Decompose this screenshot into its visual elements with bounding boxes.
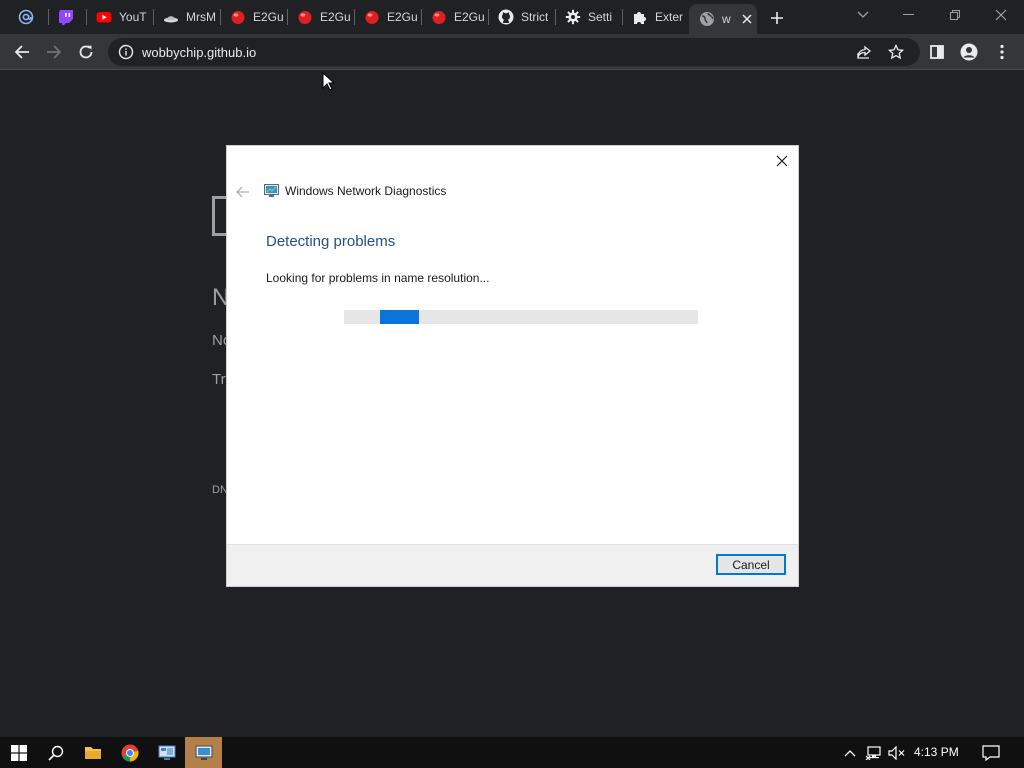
control-panel-icon[interactable]: [148, 737, 185, 768]
menu-kebab-icon[interactable]: [988, 38, 1016, 66]
file-explorer-icon[interactable]: [74, 737, 111, 768]
tab-e2gu[interactable]: E2Gu: [287, 4, 354, 30]
mouse-cursor-icon: [322, 71, 336, 96]
back-button[interactable]: [8, 38, 36, 66]
github-icon: [498, 9, 514, 25]
tab-title: MrsM: [186, 10, 216, 24]
tab-e2gu[interactable]: E2Gu: [220, 4, 287, 30]
tab-e2gu[interactable]: E2Gu: [421, 4, 488, 30]
browser-toolbar: wobbychip.github.io: [0, 34, 1024, 70]
tab-extensions[interactable]: Exter: [622, 4, 689, 30]
tab-search-icon[interactable]: [849, 4, 877, 26]
taskbar: 4:13 PM: [0, 737, 1024, 768]
url-text: wobbychip.github.io: [142, 45, 257, 60]
tab-e2gu[interactable]: E2Gu: [354, 4, 421, 30]
show-hidden-icons-icon[interactable]: [842, 737, 858, 768]
twitch-icon: [58, 9, 74, 25]
red-ball-icon: [431, 9, 447, 25]
tab-twitch[interactable]: [48, 4, 86, 30]
dialog-footer: Cancel: [227, 544, 798, 586]
dialog-title: Windows Network Diagnostics: [285, 184, 447, 198]
dialog-heading: Detecting problems: [266, 233, 396, 250]
chrome-icon[interactable]: [111, 737, 148, 768]
tab-youtube[interactable]: YouT: [86, 4, 153, 30]
close-icon[interactable]: [774, 153, 790, 169]
cancel-button[interactable]: Cancel: [716, 554, 786, 575]
new-tab-icon[interactable]: [766, 7, 788, 29]
tab-title: Strict: [521, 10, 549, 24]
forward-button[interactable]: [40, 38, 68, 66]
status-text: Looking for problems in name resolution.…: [266, 271, 490, 285]
tab-at-sign[interactable]: [8, 4, 48, 30]
red-ball-icon: [364, 9, 380, 25]
tab-github[interactable]: Strict: [488, 4, 555, 30]
share-icon[interactable]: [856, 44, 872, 65]
bookmark-star-icon[interactable]: [887, 43, 905, 65]
tab-settings[interactable]: Setti: [555, 4, 622, 30]
profile-avatar-icon[interactable]: [955, 38, 983, 66]
puzzle-icon: [632, 9, 648, 25]
tab-active[interactable]: w: [689, 4, 757, 34]
at-sign-icon: [18, 9, 34, 25]
network-diagnostics-dialog: Windows Network Diagnostics Detecting pr…: [227, 146, 798, 586]
error-code: DN: [212, 484, 228, 496]
tab-title: YouT: [119, 10, 147, 24]
tab-title: E2Gu: [387, 10, 418, 24]
red-ball-icon: [297, 9, 313, 25]
side-panel-icon[interactable]: [923, 38, 951, 66]
start-windows-icon[interactable]: [0, 737, 37, 768]
globe-icon: [699, 11, 715, 27]
network-diagnostics-icon: [264, 184, 279, 197]
restore-icon[interactable]: [941, 4, 969, 26]
address-bar[interactable]: wobbychip.github.io: [108, 38, 920, 66]
close-tab-icon[interactable]: [740, 12, 754, 26]
red-ball-icon: [230, 9, 246, 25]
volume-muted-icon[interactable]: [887, 737, 907, 768]
hat-icon: [163, 9, 179, 25]
tab-title: E2Gu: [253, 10, 284, 24]
progress-indicator: [380, 310, 419, 324]
tab-strip: YouT MrsM E2Gu E2Gu E2Gu E2Gu Strict Set…: [0, 0, 1024, 34]
youtube-icon: [96, 9, 112, 25]
gear-icon: [565, 9, 581, 25]
taskbar-clock[interactable]: 4:13 PM: [914, 745, 959, 759]
info-icon[interactable]: [118, 44, 134, 65]
tab-title: Exter: [655, 10, 684, 24]
tab-title: Setti: [588, 10, 613, 24]
notifications-icon[interactable]: [980, 737, 1002, 768]
minimize-icon[interactable]: [895, 4, 923, 26]
progress-bar: [344, 310, 698, 324]
close-window-icon[interactable]: [987, 4, 1015, 26]
network-diagnostics-taskbar-icon[interactable]: [185, 737, 222, 768]
tab-title: E2Gu: [454, 10, 485, 24]
tab-title: E2Gu: [320, 10, 351, 24]
network-status-icon[interactable]: [864, 737, 884, 768]
reload-button[interactable]: [72, 38, 100, 66]
tab-mrsm[interactable]: MrsM: [153, 4, 220, 30]
search-icon[interactable]: [37, 737, 74, 768]
tab-title: w: [722, 12, 731, 26]
back-arrow-icon[interactable]: [235, 184, 251, 200]
